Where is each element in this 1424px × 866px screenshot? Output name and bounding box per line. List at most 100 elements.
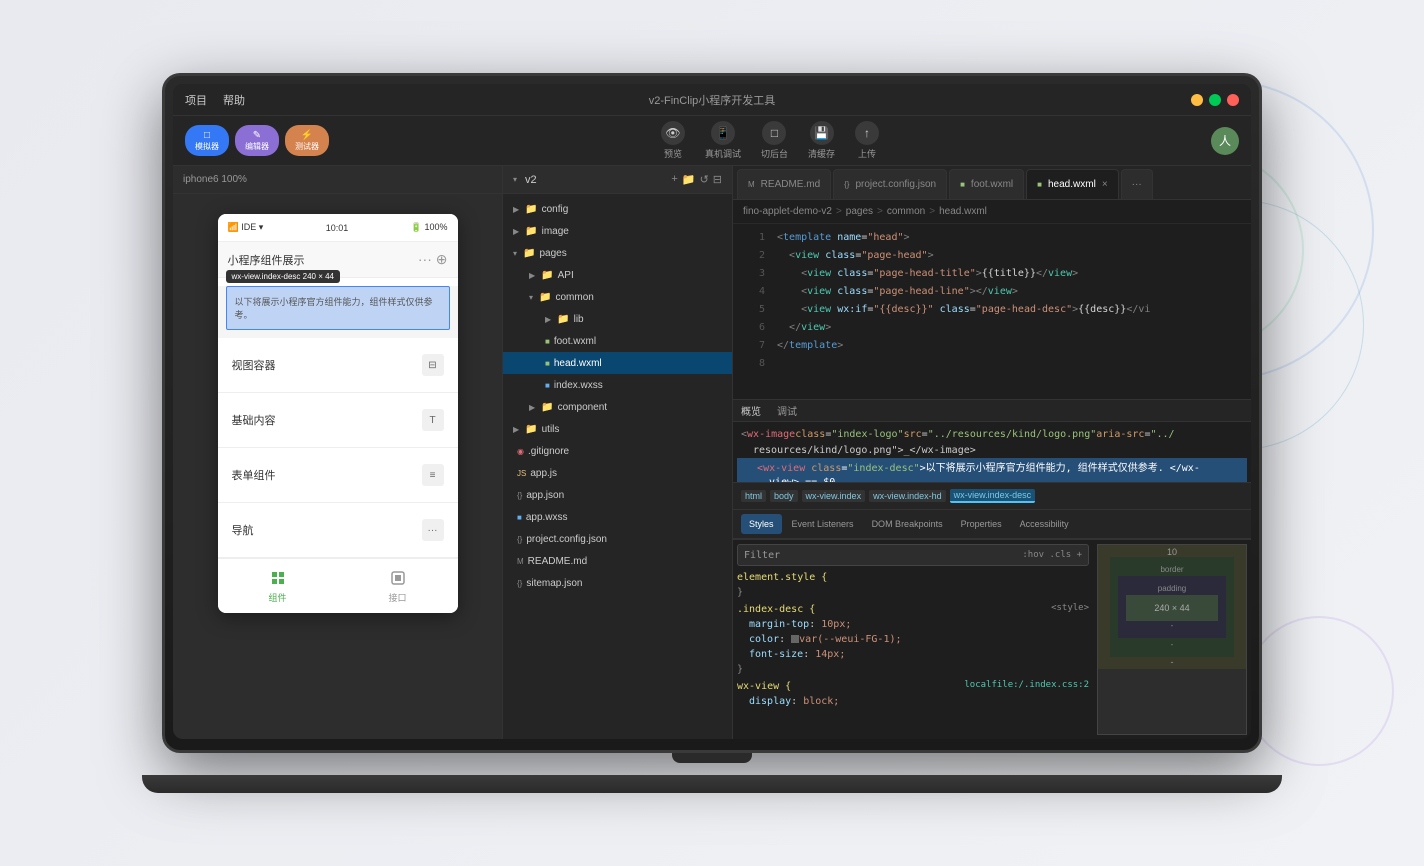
tree-sitemap[interactable]: {} sitemap.json <box>503 572 732 594</box>
upload-button[interactable]: ↑ 上传 <box>855 121 879 160</box>
tester-label: 测试器 <box>295 142 319 152</box>
user-avatar[interactable]: 人 <box>1211 127 1239 155</box>
tab-interface-label: 接口 <box>388 591 406 604</box>
preview-button[interactable]: 👁 预览 <box>661 121 685 160</box>
html-line-3[interactable]: <wx-view class="index-desc">以下将展示小程序官方组件… <box>737 458 1247 474</box>
laptop-wrapper: 项目 帮助 v2-FinClip小程序开发工具 <box>162 73 1262 793</box>
tab-more[interactable]: ··· <box>1121 169 1153 199</box>
el-tag-html[interactable]: html <box>741 490 766 502</box>
tab-interface[interactable]: 接口 <box>388 568 408 604</box>
border-bottom-label: - <box>1118 640 1226 649</box>
el-tag-wx-view-index[interactable]: wx-view.index <box>802 490 866 502</box>
new-folder-icon[interactable]: 📁 <box>682 173 696 186</box>
tree-image[interactable]: ▶ 📁 image <box>503 220 732 242</box>
maximize-button[interactable] <box>1209 94 1221 106</box>
tree-pages[interactable]: ▾ 📁 pages <box>503 242 732 264</box>
toolbar-right: 人 <box>1211 127 1239 155</box>
code-editor[interactable]: 1 <template name="head"> 2 <view class="… <box>733 224 1251 399</box>
phone-menu-icon[interactable]: ··· ⊕ <box>418 251 448 268</box>
tab-component[interactable]: 组件 <box>268 568 288 604</box>
minimize-button[interactable] <box>1191 94 1203 106</box>
el-tag-wx-view-index-desc[interactable]: wx-view.index-desc <box>950 489 1036 503</box>
tree-app-js[interactable]: JS app.js <box>503 462 732 484</box>
background-button[interactable]: □ 切后台 <box>761 121 788 160</box>
new-file-icon[interactable]: + <box>671 173 677 186</box>
styles-tab[interactable]: Styles <box>741 514 782 534</box>
refresh-icon[interactable]: ↺ <box>700 173 709 186</box>
toolbar-center: 👁 预览 📱 真机调试 □ 切后台 <box>337 121 1203 160</box>
menu-help[interactable]: 帮助 <box>223 92 245 108</box>
component-label: component <box>558 402 607 413</box>
phone-tabbar: 组件 接口 <box>218 558 458 613</box>
accessibility-tab[interactable]: Accessibility <box>1012 514 1077 534</box>
style-filter[interactable]: Filter :hov .cls + <box>737 544 1089 566</box>
tree-app-json[interactable]: {} app.json <box>503 484 732 506</box>
close-button[interactable] <box>1227 94 1239 106</box>
tree-foot-wxml[interactable]: ■ foot.wxml <box>503 330 732 352</box>
tree-lib[interactable]: ▶ 📁 lib <box>503 308 732 330</box>
filter-label: Filter <box>744 550 780 561</box>
device-header: iphone6 100% <box>173 166 502 194</box>
tree-utils[interactable]: ▶ 📁 utils <box>503 418 732 440</box>
tab-readme[interactable]: M README.md <box>737 169 831 199</box>
breadcrumb-root: fino-applet-demo-v2 <box>743 206 832 217</box>
device-info: iphone6 100% <box>183 174 247 185</box>
tree-common[interactable]: ▾ 📁 common <box>503 286 732 308</box>
line-num-2: 2 <box>737 250 765 261</box>
editor-button[interactable]: ✎ 编辑器 <box>235 125 279 156</box>
list-item-1[interactable]: 视图容器 ⊟ <box>218 338 458 393</box>
editor-label: 编辑器 <box>245 142 269 152</box>
code-line-2: 2 <view class="page-head"> <box>733 246 1251 264</box>
font-size-val: 14px; <box>815 649 845 660</box>
tab-foot-wxml[interactable]: ■ foot.wxml <box>949 169 1024 199</box>
tree-config[interactable]: ▶ 📁 config <box>503 198 732 220</box>
common-folder-icon: 📁 <box>539 292 551 303</box>
border-label: border <box>1118 565 1226 574</box>
foot-wxml-label: foot.wxml <box>554 336 596 347</box>
upload-label: 上传 <box>858 147 876 160</box>
tree-head-wxml[interactable]: ■ head.wxml <box>503 352 732 374</box>
html-tree[interactable]: <wx-image class="index-logo" src="../res… <box>733 422 1251 482</box>
tree-gitignore[interactable]: ◉ .gitignore <box>503 440 732 462</box>
properties-tab[interactable]: Properties <box>953 514 1010 534</box>
list-item-2[interactable]: 基础内容 T <box>218 393 458 448</box>
event-listeners-tab[interactable]: Event Listeners <box>784 514 862 534</box>
tester-button[interactable]: ⚡ 测试器 <box>285 125 329 156</box>
tab-head-wxml[interactable]: ■ head.wxml × <box>1026 169 1119 199</box>
devtools-debug-tab[interactable]: 调试 <box>777 403 797 418</box>
wx-view-source[interactable]: localfile:/.index.css:2 <box>964 679 1089 694</box>
list-item-icon-3: ≡ <box>422 464 444 486</box>
padding-bottom-label: - <box>1126 621 1218 630</box>
simulator-button[interactable]: □ 模拟器 <box>185 125 229 156</box>
selected-element: 以下将展示小程序官方组件能力，组件样式仅供参考。 <box>226 286 450 330</box>
index-desc-source[interactable]: <style> <box>1051 602 1089 617</box>
collapse-icon[interactable]: ⊟ <box>713 173 722 186</box>
index-desc-color: color: var(--weui-FG-1); <box>737 632 1089 647</box>
config-chevron: ▶ <box>513 205 519 214</box>
list-item-4[interactable]: 导航 ··· <box>218 503 458 558</box>
phone-content: wx-view.index-desc 240 × 44 以下将展示小程序官方组件… <box>218 286 458 558</box>
clear-cache-button[interactable]: 💾 清缓存 <box>808 121 835 160</box>
tree-app-wxss[interactable]: ■ app.wxss <box>503 506 732 528</box>
list-item-3[interactable]: 表单组件 ≡ <box>218 448 458 503</box>
device-debug-button[interactable]: 📱 真机调试 <box>705 121 741 160</box>
tree-readme[interactable]: M README.md <box>503 550 732 572</box>
el-tag-body[interactable]: body <box>770 490 798 502</box>
tree-api[interactable]: ▶ 📁 API <box>503 264 732 286</box>
clear-cache-icon: 💾 <box>810 121 834 145</box>
tab-head-wxml-close[interactable]: × <box>1102 179 1108 190</box>
code-content-1: <template name="head"> <box>777 232 910 243</box>
breadcrumb-file: head.wxml <box>939 206 987 217</box>
tree-project-config[interactable]: {} project.config.json <box>503 528 732 550</box>
filetree-actions: + 📁 ↺ ⊟ <box>671 173 722 186</box>
tree-index-wxss[interactable]: ■ index.wxss <box>503 374 732 396</box>
tab-project-config[interactable]: {} project.config.json <box>833 169 947 199</box>
utils-folder-icon: 📁 <box>525 424 537 435</box>
menu-project[interactable]: 项目 <box>185 92 207 108</box>
tree-component[interactable]: ▶ 📁 component <box>503 396 732 418</box>
dom-breakpoints-tab[interactable]: DOM Breakpoints <box>864 514 951 534</box>
devtools-overview-tab[interactable]: 概览 <box>741 403 761 418</box>
phone-statusbar: 📶 IDE ▾ 10:01 🔋 100% <box>218 214 458 242</box>
el-tag-wx-view-index-hd[interactable]: wx-view.index-hd <box>869 490 946 502</box>
code-content-3: <view class="page-head-title">{{title}}<… <box>777 268 1078 279</box>
